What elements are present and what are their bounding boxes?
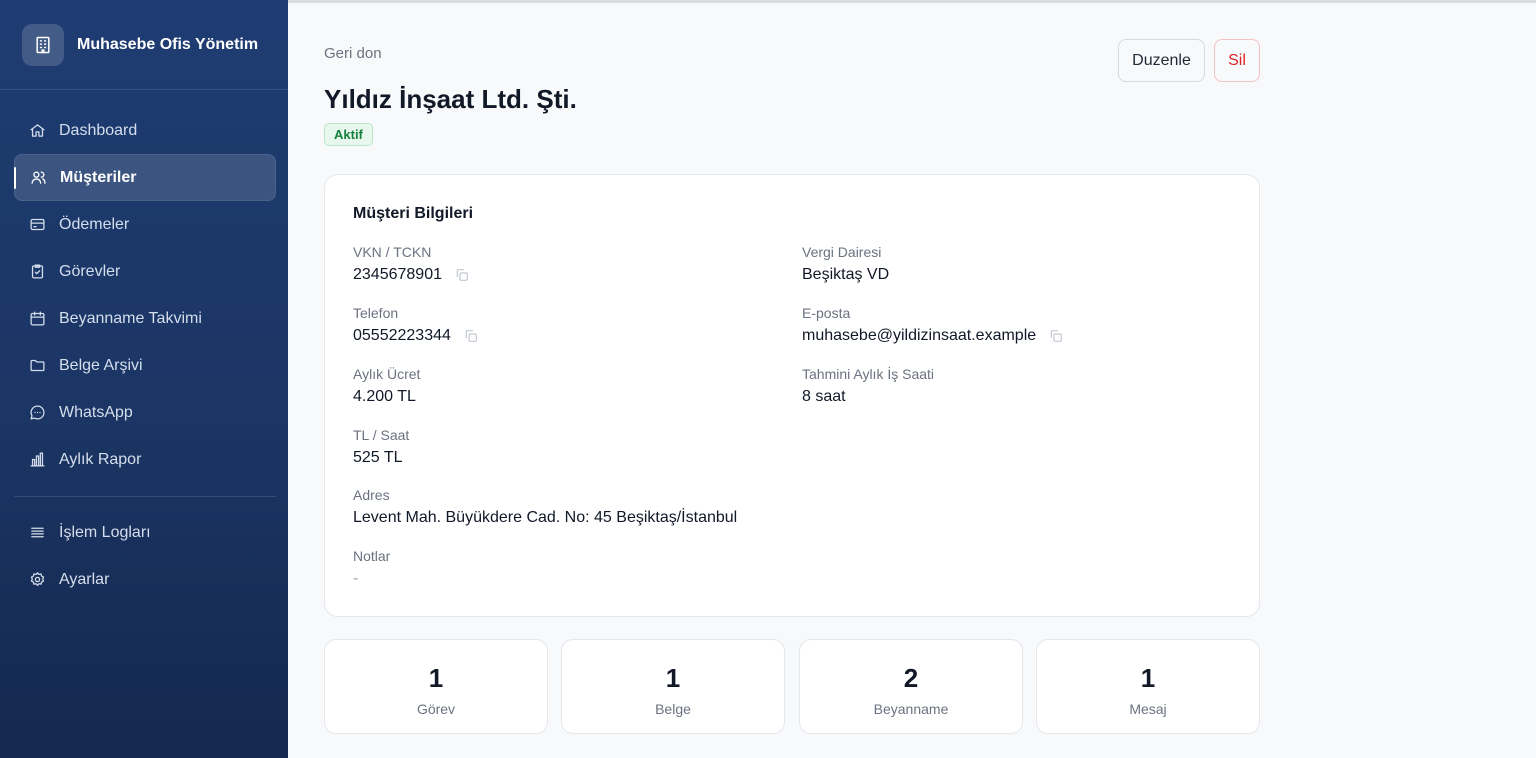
edit-button[interactable]: Duzenle (1118, 39, 1205, 82)
sidebar-item-label: Ayarlar (59, 570, 110, 588)
sidebar-item-payments[interactable]: Ödemeler (14, 201, 276, 248)
stat-label: Mesaj (1129, 701, 1167, 717)
address-value: Levent Mah. Büyükdere Cad. No: 45 Beşikt… (353, 509, 738, 526)
field-label: E-posta (802, 305, 851, 321)
field-value-row: 2345678901 (353, 266, 470, 284)
sidebar-item-label: Görevler (59, 262, 121, 280)
sidebar-item-customers[interactable]: Müşteriler (14, 154, 276, 201)
gear-icon (28, 571, 46, 589)
field-value-row: muhasebe@yildizinsaat.example (802, 327, 1064, 345)
field-tax-office: Vergi Dairesi Beşiktaş VD (802, 244, 889, 284)
stat-value: 1 (428, 663, 444, 693)
sidebar-item-label: Dashboard (59, 121, 138, 139)
field-label: Telefon (353, 305, 399, 321)
sidebar-nav: Dashboard Müşteriler Ödemeler Görevler B… (14, 107, 276, 603)
sidebar-divider (14, 496, 276, 497)
sidebar-item-whatsapp[interactable]: WhatsApp (14, 389, 276, 436)
sidebar-item-label: Ödemeler (59, 215, 130, 233)
status-badge: Aktif (324, 123, 373, 146)
sidebar-item-logs[interactable]: İşlem Logları (14, 509, 276, 556)
brand: Muhasebe Ofis Yönetim (0, 0, 288, 90)
stat-card-tasks[interactable]: 1 Görev (324, 639, 548, 734)
copy-icon[interactable] (463, 328, 479, 344)
stat-label: Belge (655, 701, 691, 717)
field-label: Notlar (353, 548, 391, 564)
sidebar-item-label: İşlem Logları (59, 523, 151, 541)
folder-icon (28, 357, 46, 375)
copy-icon[interactable] (454, 267, 470, 283)
monthly-fee-value: 4.200 TL (353, 388, 416, 405)
stat-label: Beyanname (873, 701, 949, 717)
bar-chart-icon (28, 451, 46, 469)
tax-id-value: 2345678901 (353, 266, 442, 283)
sidebar-item-settings[interactable]: Ayarlar (14, 556, 276, 603)
sidebar-item-label: Beyanname Takvimi (59, 309, 202, 327)
field-phone: Telefon 05552223344 (353, 305, 479, 345)
monthly-hours-value: 8 saat (802, 388, 846, 405)
sidebar-item-label: WhatsApp (59, 403, 133, 421)
section-title: Müşteri Bilgileri (353, 205, 474, 222)
sidebar-item-label: Müşteriler (60, 168, 137, 186)
field-monthly-fee: Aylık Ücret 4.200 TL (353, 366, 420, 406)
delete-button[interactable]: Sil (1214, 39, 1260, 82)
stat-value: 1 (665, 663, 681, 693)
stat-value: 2 (903, 663, 919, 693)
email-value: muhasebe@yildizinsaat.example (802, 327, 1037, 344)
sidebar-item-monthly-report[interactable]: Aylık Rapor (14, 436, 276, 483)
sidebar-item-document-archive[interactable]: Belge Arşivi (14, 342, 276, 389)
home-icon (28, 122, 46, 140)
phone-value: 05552223344 (353, 327, 451, 344)
calendar-icon (28, 310, 46, 328)
field-hourly-rate: TL / Saat 525 TL (353, 427, 409, 467)
sidebar-item-label: Belge Arşivi (59, 356, 143, 374)
field-address: Adres Levent Mah. Büyükdere Cad. No: 45 … (353, 487, 737, 527)
stat-value: 1 (1140, 663, 1156, 693)
list-icon (28, 524, 46, 542)
stat-card-documents[interactable]: 1 Belge (561, 639, 785, 734)
customer-info-card: Müşteri Bilgileri VKN / TCKN 2345678901 … (324, 174, 1260, 617)
field-label: VKN / TCKN (353, 244, 432, 260)
sidebar-item-label: Aylık Rapor (59, 450, 142, 468)
field-value-row: 05552223344 (353, 327, 479, 345)
sidebar-item-tasks[interactable]: Görevler (14, 248, 276, 295)
page-title: Yıldız İnşaat Ltd. Şti. (324, 84, 577, 114)
field-label: Aylık Ücret (353, 366, 421, 382)
back-link[interactable]: Geri don (324, 45, 382, 62)
hourly-rate-value: 525 TL (353, 449, 403, 466)
field-monthly-hours: Tahmini Aylık İş Saati 8 saat (802, 366, 934, 406)
field-notes: Notlar - (353, 548, 390, 588)
sidebar-item-dashboard[interactable]: Dashboard (14, 107, 276, 154)
field-email: E-posta muhasebe@yildizinsaat.example (802, 305, 1064, 345)
chat-bubble-icon (28, 404, 46, 422)
field-label: TL / Saat (353, 427, 410, 443)
sidebar: Muhasebe Ofis Yönetim Dashboard Müşteril… (0, 0, 288, 758)
stat-card-messages[interactable]: 1 Mesaj (1036, 639, 1260, 734)
credit-card-icon (28, 216, 46, 234)
copy-icon[interactable] (1048, 328, 1064, 344)
sidebar-item-declaration-calendar[interactable]: Beyanname Takvimi (14, 295, 276, 342)
users-icon (29, 169, 47, 187)
field-tax-id: VKN / TCKN 2345678901 (353, 244, 470, 284)
building-icon (22, 23, 64, 66)
tax-office-value: Beşiktaş VD (802, 266, 890, 283)
field-label: Adres (353, 487, 390, 503)
clipboard-check-icon (28, 263, 46, 281)
notes-value: - (353, 570, 359, 587)
stat-label: Görev (416, 701, 456, 717)
stat-card-declarations[interactable]: 2 Beyanname (799, 639, 1023, 734)
field-label: Vergi Dairesi (802, 244, 882, 260)
field-label: Tahmini Aylık İş Saati (802, 366, 935, 382)
app-title: Muhasebe Ofis Yönetim (77, 35, 259, 53)
